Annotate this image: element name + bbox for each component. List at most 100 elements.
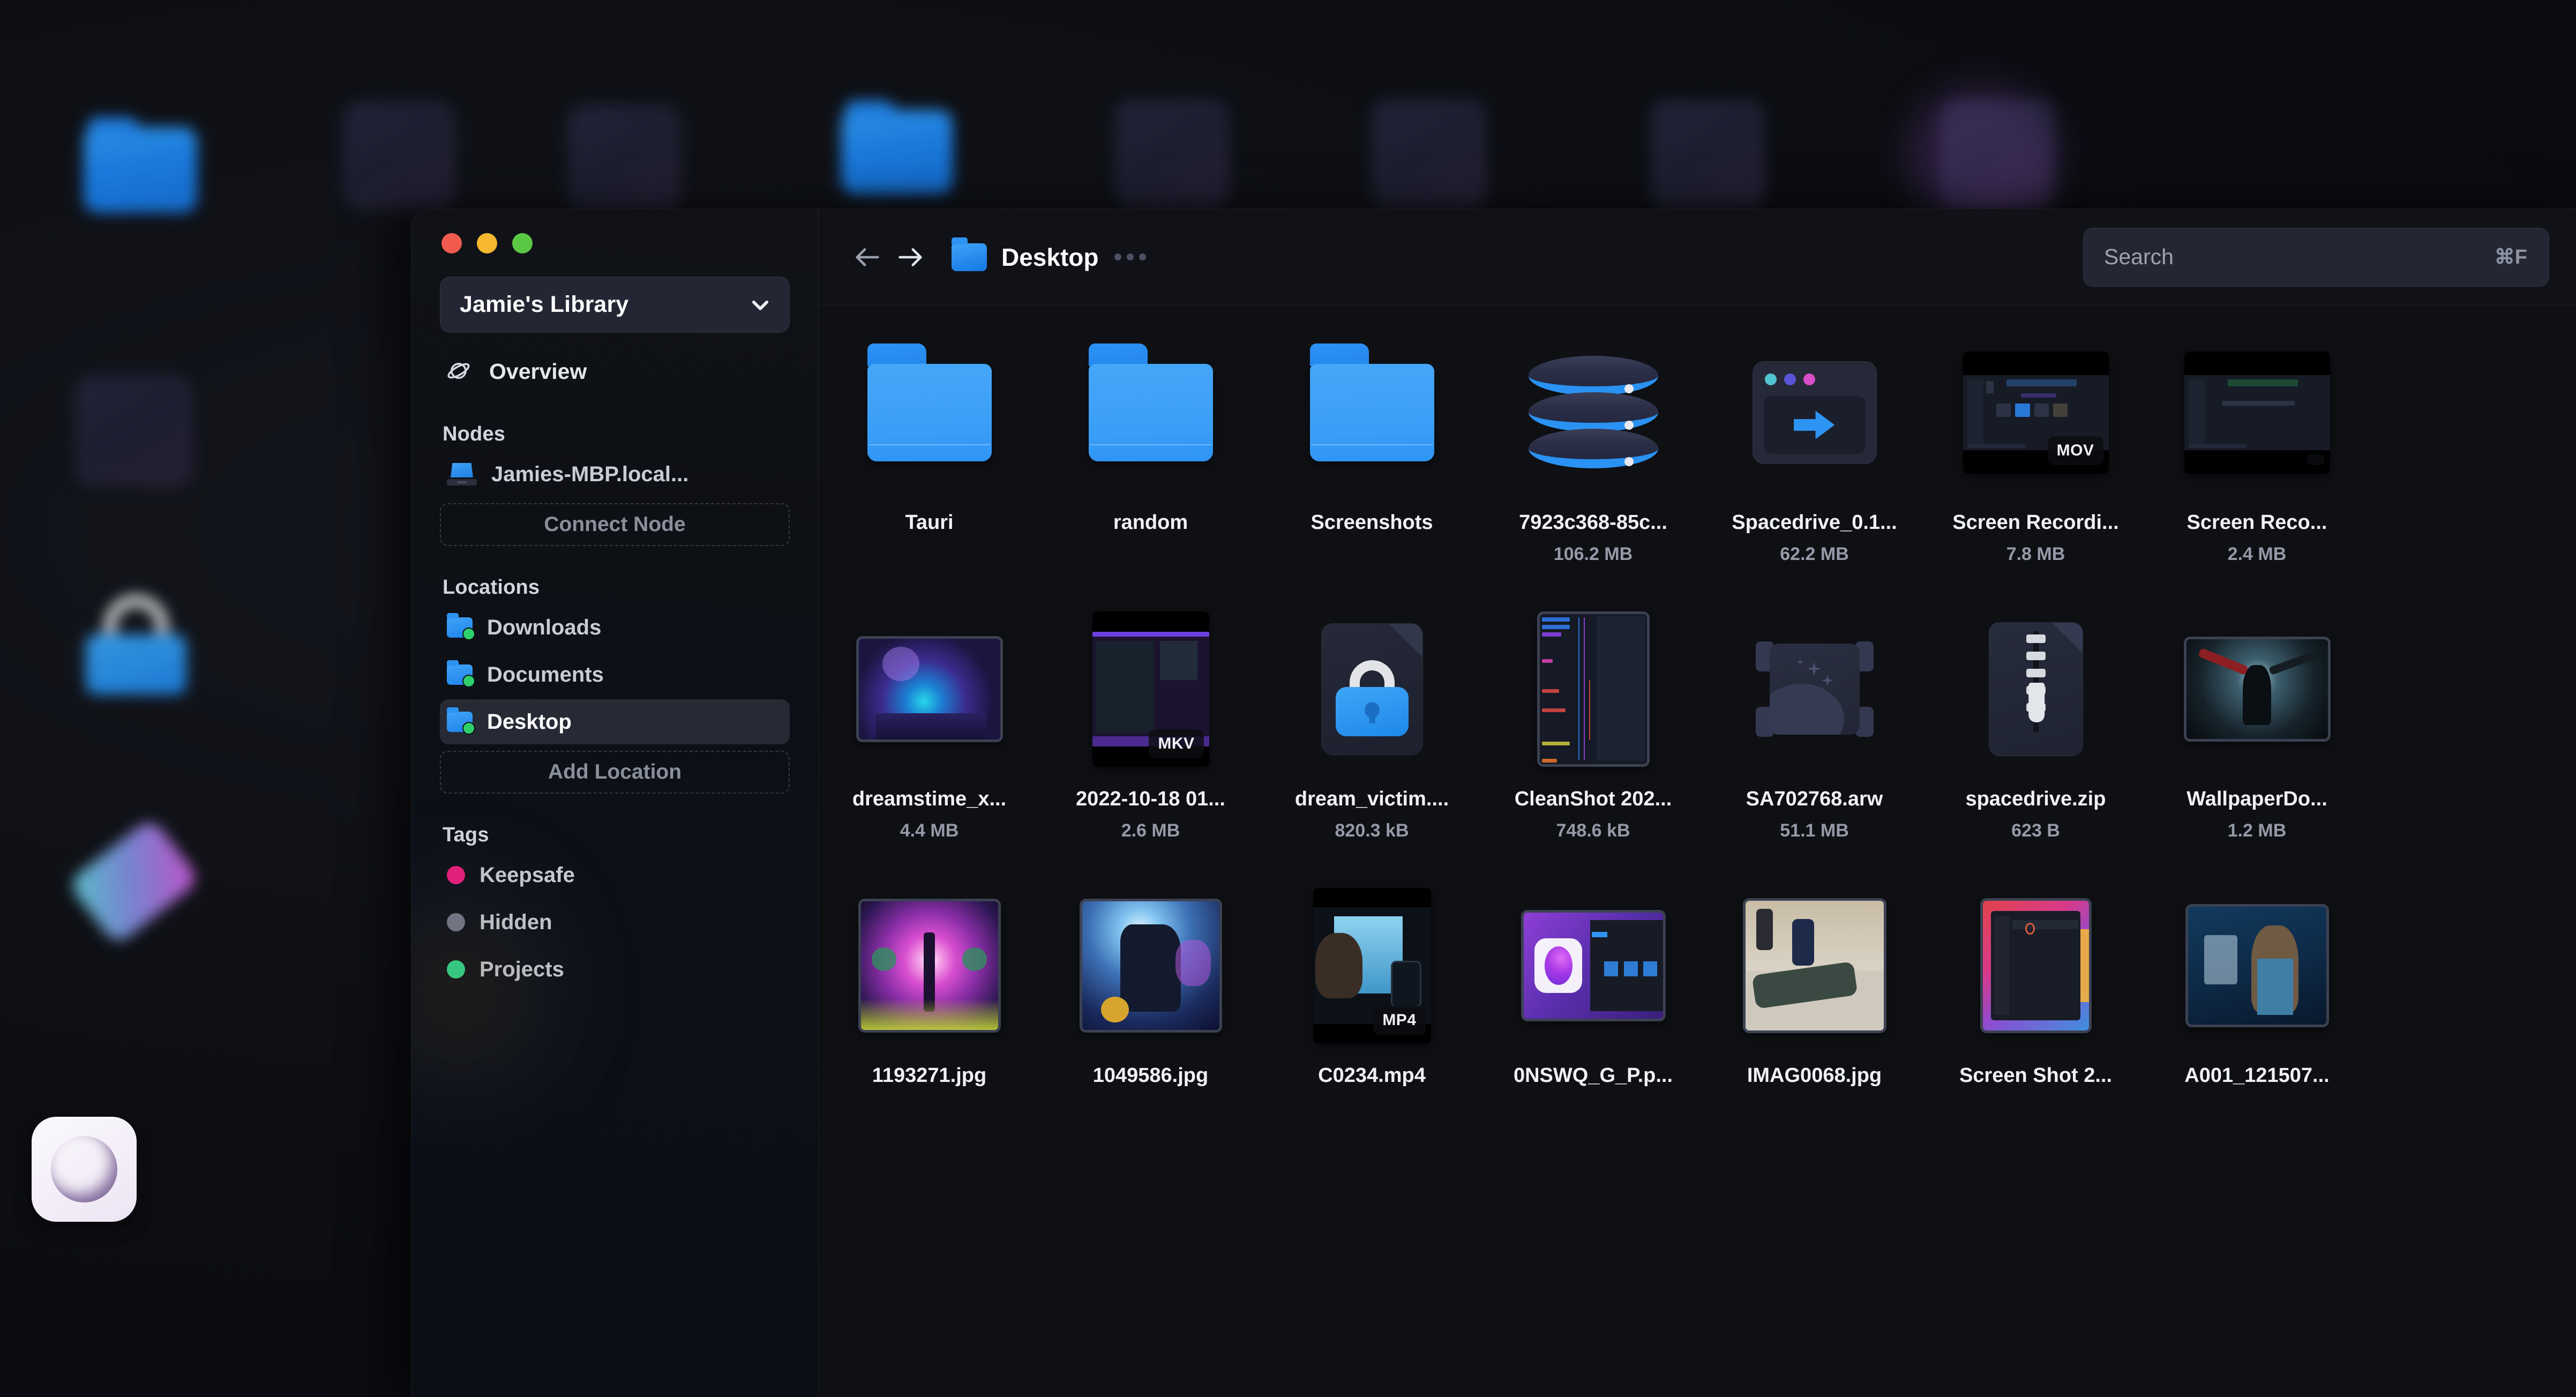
sidebar-item-label: Hidden (480, 910, 552, 934)
file-item-1193271[interactable]: 1193271.jpg (819, 878, 1040, 1097)
sidebar-item-documents[interactable]: Documents (440, 652, 790, 697)
library-name: Jamie's Library (460, 292, 629, 317)
file-name: SA702768.arw (1746, 788, 1883, 810)
file-manager-window: Jamie's Library Overview Nodes Jamies-MB… (411, 208, 2576, 1397)
add-location-button[interactable]: Add Location (440, 751, 790, 794)
search-input[interactable]: Search ⌘F (2083, 227, 2549, 287)
file-item-zip[interactable]: spacedrive.zip 623 B (1925, 601, 2146, 841)
app-window-icon (1752, 361, 1877, 464)
file-name: Spacedrive_0.1... (1732, 511, 1897, 534)
file-name: 2022-10-18 01... (1076, 788, 1225, 810)
file-item-c0234[interactable]: MP4 C0234.mp4 (1261, 878, 1482, 1097)
sidebar-item-tag-projects[interactable]: Projects (440, 947, 790, 992)
sidebar-item-label: Overview (489, 358, 587, 384)
image-thumbnail (1521, 910, 1666, 1021)
video-thumbnail: MP4 (1313, 888, 1431, 1043)
arrow-left-icon[interactable] (852, 242, 883, 273)
file-size: 748.6 kB (1556, 820, 1630, 841)
sidebar-item-label: Jamies-MBP.local... (491, 462, 689, 486)
breadcrumb-label: Desktop (1001, 243, 1099, 271)
bg-lock-icon (80, 595, 192, 706)
image-thumbnail (1980, 898, 2092, 1033)
file-name: A001_121507... (2184, 1064, 2330, 1087)
file-item-encrypted[interactable]: dream_victim.... 820.3 kB (1261, 601, 1482, 841)
file-item-raw-photo[interactable]: SA702768.arw 51.1 MB (1704, 601, 1925, 841)
maximize-button[interactable] (512, 233, 533, 253)
section-title-tags: Tags (443, 824, 489, 846)
file-item-1049586[interactable]: 1049586.jpg (1040, 878, 1261, 1097)
file-size: 623 B (2011, 820, 2060, 841)
file-grid-row: Tauri random Screenshots 7923c368-85c...… (819, 325, 2576, 565)
file-name: CleanShot 202... (1514, 788, 1672, 810)
library-switcher[interactable]: Jamie's Library (440, 277, 790, 333)
arrow-right-icon[interactable] (895, 242, 926, 273)
sidebar-item-label: Documents (487, 662, 604, 686)
file-item-dreamstime[interactable]: dreamstime_x... 4.4 MB (819, 601, 1040, 841)
file-item-random[interactable]: random (1040, 325, 1261, 565)
file-item-database[interactable]: 7923c368-85c... 106.2 MB (1482, 325, 1704, 565)
image-thumbnail (856, 636, 1003, 742)
image-thumbnail (1742, 898, 1886, 1033)
encrypted-file-icon (1321, 623, 1423, 755)
minimize-button[interactable] (477, 233, 497, 253)
video-thumbnail: MKV (1092, 611, 1209, 767)
close-button[interactable] (441, 233, 462, 253)
bg-tile-icon-4 (1114, 99, 1230, 209)
bg-tile-icon (75, 375, 193, 487)
file-grid-row: 1193271.jpg 1049586.jpg MP4 C0234.mp4 0N… (819, 878, 2576, 1097)
spacedrive-app-icon[interactable] (32, 1117, 137, 1222)
file-size: 106.2 MB (1553, 544, 1633, 564)
file-item-wallpaper[interactable]: WallpaperDo... 1.2 MB (2146, 601, 2368, 841)
file-name: 0NSWQ_G_P.p... (1513, 1064, 1673, 1087)
planet-icon (446, 357, 473, 386)
image-thumbnail (2183, 637, 2331, 742)
connect-node-button[interactable]: Connect Node (440, 503, 790, 546)
screenshot-thumbnail (1537, 611, 1650, 767)
sidebar-item-tag-hidden[interactable]: Hidden (440, 900, 790, 945)
search-shortcut: ⌘F (2494, 246, 2527, 268)
database-icon (1528, 356, 1658, 469)
laptop-icon (447, 463, 477, 485)
sidebar-item-downloads[interactable]: Downloads (440, 605, 790, 650)
sidebar-item-desktop[interactable]: Desktop (440, 699, 790, 744)
file-grid[interactable]: Tauri random Screenshots 7923c368-85c...… (819, 305, 2576, 1397)
bg-tile-icon-5 (1372, 99, 1487, 209)
file-item-screen-recording-1[interactable]: MOV Screen Recordi... 7.8 MB (1925, 325, 2146, 565)
sidebar-item-tag-keepsafe[interactable]: Keepsafe (440, 853, 790, 898)
bg-tile-icon-3 (568, 104, 680, 212)
file-format-badge (2306, 454, 2325, 465)
zip-file-icon (1988, 622, 2083, 756)
file-name: random (1113, 511, 1188, 534)
file-name: dream_victim.... (1294, 788, 1449, 810)
image-thumbnail (2185, 904, 2329, 1027)
main-pane: Desktop Search ⌘F Tauri random Screensho… (819, 209, 2576, 1397)
sidebar-item-node[interactable]: Jamies-MBP.local... (440, 452, 790, 497)
file-item-spacedrive-app[interactable]: Spacedrive_0.1... 62.2 MB (1704, 325, 1925, 565)
video-thumbnail: MOV (1963, 352, 2109, 474)
tag-color-dot (447, 960, 465, 978)
file-item-mkv-recording[interactable]: MKV 2022-10-18 01... 2.6 MB (1040, 601, 1261, 841)
folder-icon (447, 613, 475, 640)
sidebar: Jamie's Library Overview Nodes Jamies-MB… (411, 209, 819, 1397)
file-item-tauri[interactable]: Tauri (819, 325, 1040, 565)
file-item-cleanshot[interactable]: CleanShot 202... 748.6 kB (1482, 601, 1704, 841)
tag-color-dot (447, 866, 465, 884)
file-name: Screen Shot 2... (1959, 1064, 2113, 1087)
file-name: 7923c368-85c... (1519, 511, 1667, 534)
ellipsis-icon[interactable] (1114, 253, 1147, 260)
image-thumbnail (1079, 899, 1222, 1033)
bg-tile-icon-6 (1650, 99, 1765, 209)
section-title-nodes: Nodes (443, 423, 506, 445)
sidebar-item-overview[interactable]: Overview (440, 350, 790, 393)
file-item-screenshot[interactable]: Screen Shot 2... (1925, 878, 2146, 1097)
file-item-imag0068[interactable]: IMAG0068.jpg (1704, 878, 1925, 1097)
folder-icon (1088, 343, 1213, 461)
file-name: Tauri (905, 511, 954, 534)
file-item-screen-recording-2[interactable]: Screen Reco... 2.4 MB (2146, 325, 2368, 565)
file-item-screenshots[interactable]: Screenshots (1261, 325, 1482, 565)
folder-icon (447, 707, 475, 735)
video-thumbnail (2184, 352, 2330, 474)
file-item-0nswq[interactable]: 0NSWQ_G_P.p... (1482, 878, 1704, 1097)
file-item-a001[interactable]: A001_121507... (2146, 878, 2368, 1097)
file-format-badge: MOV (2047, 436, 2103, 465)
